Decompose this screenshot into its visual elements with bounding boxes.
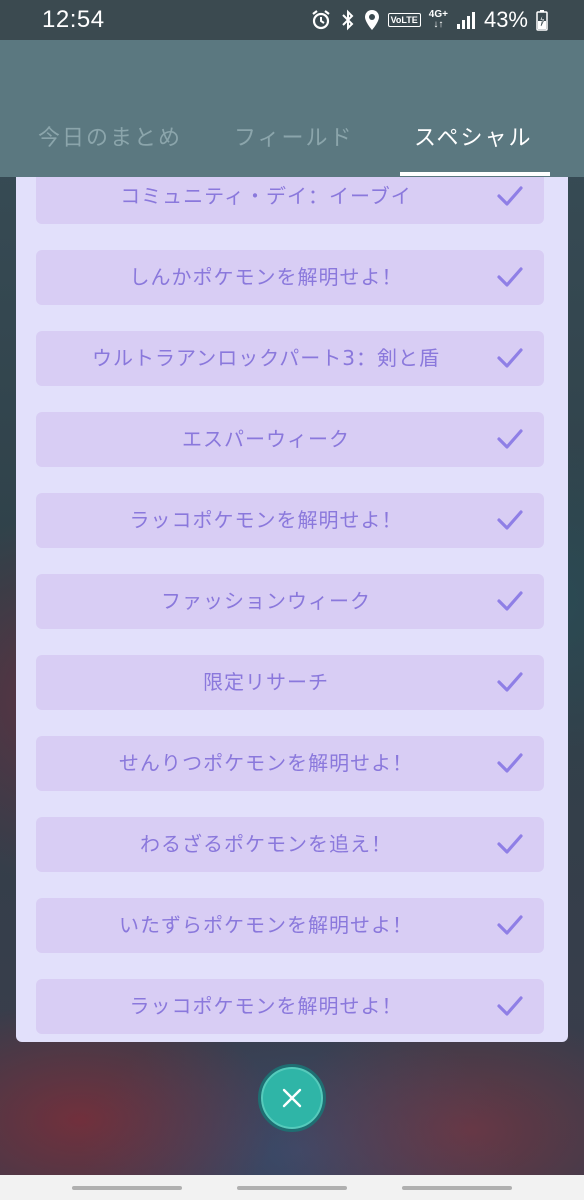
list-item[interactable]: コミュニティ・デイ：イーブイ <box>36 177 544 224</box>
check-icon <box>497 510 523 530</box>
list-item[interactable]: 限定リサーチ <box>36 655 544 710</box>
item-label: ラッコポケモンを解明せよ！ <box>129 994 403 1018</box>
tab-today[interactable]: 今日のまとめ <box>38 120 182 160</box>
check-icon <box>497 672 523 692</box>
nav-hint-right[interactable] <box>402 1186 512 1190</box>
item-label: せんりつポケモンを解明せよ！ <box>118 751 414 775</box>
alarm-icon <box>311 10 330 30</box>
status-icons: VoLTE 4G+ ↓↑ 43% <box>310 6 548 34</box>
active-tab-indicator <box>400 172 550 176</box>
check-icon <box>497 915 523 935</box>
list-item[interactable]: しんかポケモンを解明せよ！ <box>36 250 544 305</box>
list-item[interactable]: ウルトラアンロックパート3：剣と盾 <box>36 331 544 386</box>
item-label: ファッションウィーク <box>161 589 371 613</box>
status-bar: 12:54 VoLTE 4G+ ↓↑ 43% <box>0 0 584 40</box>
close-icon <box>282 1088 302 1108</box>
battery-percent: 43% <box>483 7 528 32</box>
item-label: 限定リサーチ <box>203 670 329 694</box>
check-icon <box>497 186 523 206</box>
battery-charging-icon <box>536 10 548 31</box>
list-item[interactable]: せんりつポケモンを解明せよ！ <box>36 736 544 791</box>
research-header: 今日のまとめ フィールド スペシャル <box>0 40 584 177</box>
close-button[interactable] <box>258 1064 326 1132</box>
check-icon <box>497 591 523 611</box>
list-item[interactable]: ファッションウィーク <box>36 574 544 629</box>
check-icon <box>497 429 523 449</box>
check-icon <box>497 834 523 854</box>
bluetooth-icon <box>341 9 354 31</box>
signal-icon <box>456 12 475 29</box>
data-arrows-icon: ↓↑ <box>433 19 444 30</box>
check-icon <box>497 348 523 368</box>
special-research-panel[interactable]: コミュニティ・デイ：イーブイ しんかポケモンを解明せよ！ ウルトラアンロックパー… <box>16 177 568 1042</box>
tab-field[interactable]: フィールド <box>234 120 354 160</box>
list-item[interactable]: わるざるポケモンを追え！ <box>36 817 544 872</box>
check-icon <box>497 753 523 773</box>
nav-hint-left[interactable] <box>72 1186 182 1190</box>
nav-hint-home[interactable] <box>237 1186 347 1190</box>
location-icon <box>364 10 379 30</box>
list-item[interactable]: いたずらポケモンを解明せよ！ <box>36 898 544 953</box>
volte-indicator: VoLTE <box>387 13 421 27</box>
item-label: いたずらポケモンを解明せよ！ <box>119 913 413 937</box>
network-indicator: 4G+ ↓↑ <box>429 10 448 30</box>
item-label: わるざるポケモンを追え！ <box>140 832 392 856</box>
list-item[interactable]: ラッコポケモンを解明せよ！ <box>36 493 544 548</box>
check-icon <box>497 996 523 1016</box>
item-label: エスパーウィーク <box>182 427 350 451</box>
item-label: コミュニティ・デイ：イーブイ <box>120 184 412 208</box>
check-icon <box>497 267 523 287</box>
item-label: ラッコポケモンを解明せよ！ <box>129 508 403 532</box>
list-item[interactable]: ラッコポケモンを解明せよ！ <box>36 979 544 1034</box>
gesture-nav-bar <box>0 1175 584 1200</box>
item-label: ウルトラアンロックパート3：剣と盾 <box>92 346 440 370</box>
status-time: 12:54 <box>42 6 105 33</box>
tab-special[interactable]: スペシャル <box>414 120 532 160</box>
list-item[interactable]: エスパーウィーク <box>36 412 544 467</box>
item-label: しんかポケモンを解明せよ！ <box>129 265 403 289</box>
